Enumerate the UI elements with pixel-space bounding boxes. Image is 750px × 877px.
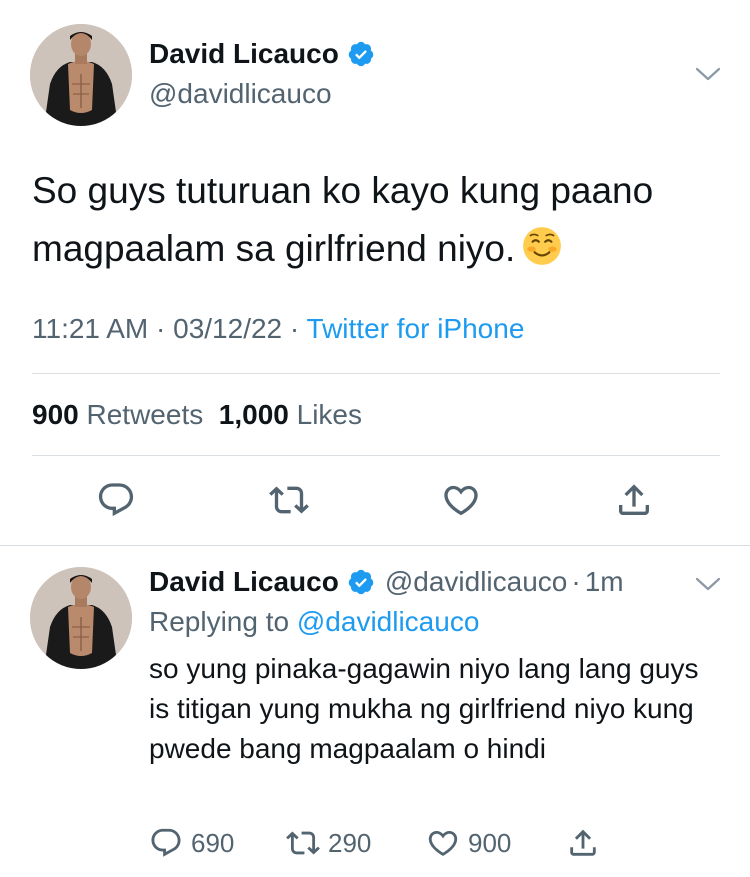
reply-author-avatar[interactable] — [30, 567, 132, 669]
chevron-down-icon[interactable] — [694, 64, 722, 84]
chevron-down-icon[interactable] — [694, 574, 722, 594]
author-avatar[interactable] — [30, 24, 132, 126]
share-button[interactable] — [566, 826, 608, 860]
reply-button[interactable]: 690 — [149, 826, 234, 860]
retweet-button[interactable]: 290 — [286, 826, 371, 860]
tweet-meta: 11:21 AM · 03/12/22 · Twitter for iPhone — [32, 313, 524, 345]
like-count[interactable]: 1,000 — [219, 399, 289, 430]
like-count: 900 — [468, 827, 512, 858]
like-button[interactable]: 900 — [426, 826, 511, 860]
retweet-count: 290 — [328, 827, 372, 858]
tweet-source-link[interactable]: Twitter for iPhone — [307, 313, 525, 344]
retweet-count[interactable]: 900 — [32, 399, 79, 430]
share-icon — [570, 829, 596, 856]
reply-count: 690 — [191, 827, 235, 858]
meta-separator: · — [289, 313, 300, 344]
reply-icon — [151, 828, 181, 857]
meta-separator: · — [156, 313, 166, 344]
verified-badge-icon — [348, 569, 374, 595]
retweet-label[interactable]: Retweets — [87, 399, 204, 430]
smiling-face-emoji-icon — [523, 227, 562, 265]
replying-to: Replying to @davidlicauco — [149, 606, 479, 638]
author-name-row: David Licauco — [149, 38, 375, 70]
divider — [32, 455, 720, 456]
replying-to-handle-link[interactable]: @davidlicauco — [297, 606, 480, 637]
reply-author-handle[interactable]: @davidlicauco — [385, 566, 568, 598]
like-icon — [428, 830, 458, 856]
author-handle[interactable]: @davidlicauco — [149, 78, 332, 110]
retweet-icon[interactable] — [269, 480, 309, 520]
reply-icon[interactable] — [96, 480, 136, 520]
meta-separator: · — [571, 566, 581, 597]
author-name[interactable]: David Licauco — [149, 38, 339, 70]
thread-divider — [0, 545, 750, 546]
tweet-date[interactable]: 03/12/22 — [173, 313, 282, 344]
share-icon[interactable] — [614, 480, 654, 520]
like-icon[interactable] — [441, 480, 481, 520]
tweet-stats: 900 Retweets 1,000 Likes — [32, 399, 362, 431]
tweet-time[interactable]: 11:21 AM — [32, 313, 148, 344]
retweet-icon — [286, 831, 320, 855]
reply-time-ago[interactable]: 1m — [585, 566, 624, 598]
reply-text: so yung pinaka-gagawin niyo lang lang gu… — [149, 653, 699, 764]
divider — [32, 373, 720, 374]
replying-to-label: Replying to — [149, 606, 290, 637]
tweet-text: So guys tuturuan ko kayo kung paano magp… — [32, 162, 722, 278]
verified-badge-icon — [348, 41, 374, 67]
reply-header: David Licauco @davidlicauco · 1m — [149, 566, 624, 598]
reply-author-name[interactable]: David Licauco — [149, 566, 339, 598]
like-label[interactable]: Likes — [297, 399, 362, 430]
